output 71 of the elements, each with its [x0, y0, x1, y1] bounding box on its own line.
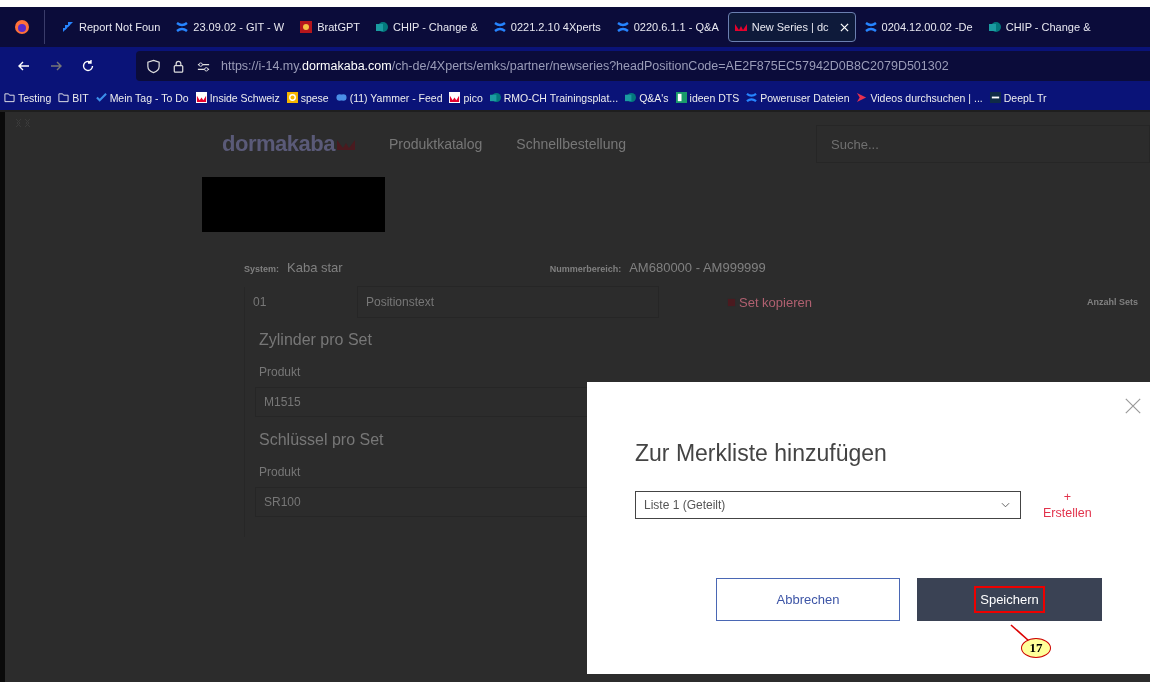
- search-field[interactable]: Suche...: [816, 125, 1150, 163]
- bookmark[interactable]: spese: [286, 91, 329, 104]
- bookmark[interactable]: RMO-CH Trainingsplat...: [489, 91, 619, 104]
- browser-tab[interactable]: CHIP - Change &: [369, 12, 485, 42]
- save-button[interactable]: Speichern: [917, 578, 1102, 621]
- folder-icon: [58, 92, 70, 103]
- close-icon[interactable]: [1124, 397, 1142, 415]
- bookmark[interactable]: Poweruser Dateien: [746, 91, 850, 104]
- field-label: Produkt: [259, 365, 302, 379]
- field-label: Anzahl Sets: [1087, 297, 1138, 307]
- folder-icon: [4, 92, 15, 103]
- url-text: https://i-14.my.dormakaba.com/ch-de/4Xperts/emks/partner/newseries?headPositionCode=AE2F875EC57942D0B8C2079D501302: [221, 59, 949, 73]
- address-bar[interactable]: https://i-14.my.dormakaba.com/ch-de/4Xperts/emks/partner/newseries?headPositionCode=AE2F875EC57942D0B8C2079D501302: [136, 51, 1150, 81]
- browser-tab[interactable]: BratGPT: [293, 12, 367, 42]
- section-heading: Zylinder pro Set: [259, 331, 373, 349]
- bar-icon: [989, 92, 1001, 103]
- field-label: System:: [244, 264, 279, 274]
- crossed-lines-icon: [746, 92, 758, 103]
- bookmark[interactable]: Testing: [4, 91, 52, 104]
- shield-icon: [146, 58, 161, 74]
- tab-favicon-icon: [376, 21, 388, 33]
- browser-tab[interactable]: 23.09.02 - GIT - W: [169, 12, 292, 42]
- bookmark[interactable]: Videos durchsuchen | ...: [856, 91, 983, 104]
- lock-icon: [171, 58, 186, 74]
- tab-favicon-icon: [988, 21, 1001, 33]
- reload-icon[interactable]: [80, 58, 96, 74]
- callout-badge: 17: [1021, 638, 1051, 658]
- leader-line: [1010, 624, 1030, 642]
- create-link[interactable]: + Erstellen: [1043, 489, 1092, 521]
- bookmark[interactable]: Q&A's: [625, 91, 669, 104]
- bookmark[interactable]: pico: [449, 91, 483, 104]
- field-label: Nummerbereich:: [549, 264, 622, 274]
- grid-icon: [675, 92, 687, 103]
- chevron-down-icon: [1001, 502, 1010, 508]
- tab-favicon-icon: [493, 21, 506, 33]
- field-value: AM680000 - AM999999: [629, 260, 766, 275]
- bookmark[interactable]: DeepL Tr: [989, 91, 1047, 104]
- play-icon: [856, 92, 868, 103]
- browser-tab[interactable]: 0221.2.10 4Xperts: [486, 12, 608, 42]
- browser-tab[interactable]: 0204.12.00.02 -De: [857, 12, 980, 42]
- flag-icon: [449, 92, 461, 103]
- tab-favicon-icon: [300, 21, 313, 33]
- bookmark[interactable]: (11) Yammer - Feed: [335, 91, 443, 104]
- section-heading: Schlüssel pro Set: [259, 431, 385, 449]
- tab-favicon-icon: [864, 21, 877, 33]
- browser-tab[interactable]: CHIP - Change &: [981, 12, 1098, 42]
- browser-tab[interactable]: New Series | dc: [727, 12, 856, 42]
- dialog-title: Zur Merkliste hinzufügen: [635, 440, 888, 467]
- browser-tab[interactable]: Report Not Foun: [55, 12, 168, 42]
- browser-tab[interactable]: 0220.6.1.1 - Q&A: [609, 12, 726, 42]
- square-icon: [286, 92, 298, 103]
- cloud-icon: [335, 92, 347, 103]
- cancel-button[interactable]: Abbrechen: [716, 578, 900, 621]
- position-number: 01: [252, 295, 268, 309]
- bookmark[interactable]: ideen DTS: [675, 91, 740, 104]
- browser-logo-icon[interactable]: [14, 19, 30, 35]
- list-dropdown[interactable]: Liste 1 (Geteilt): [635, 491, 1021, 519]
- bookmark[interactable]: Mein Tag - To Do: [95, 91, 189, 104]
- close-tab-icon[interactable]: [839, 22, 849, 32]
- position-text-field[interactable]: Positionstext: [357, 286, 659, 318]
- logo-mark-icon: [336, 138, 355, 150]
- tab-favicon-icon: [176, 21, 189, 33]
- field-value: Kaba star: [287, 260, 343, 275]
- tab-favicon-icon: [62, 21, 74, 33]
- copy-icon: [727, 297, 736, 307]
- bookmark[interactable]: Inside Schweiz: [195, 91, 280, 104]
- checkmark-icon: [95, 92, 107, 103]
- field-label: Produkt: [259, 465, 302, 479]
- tab-favicon-icon: [616, 21, 629, 33]
- bookmark[interactable]: BIT: [58, 91, 89, 104]
- flag-icon: [195, 92, 207, 103]
